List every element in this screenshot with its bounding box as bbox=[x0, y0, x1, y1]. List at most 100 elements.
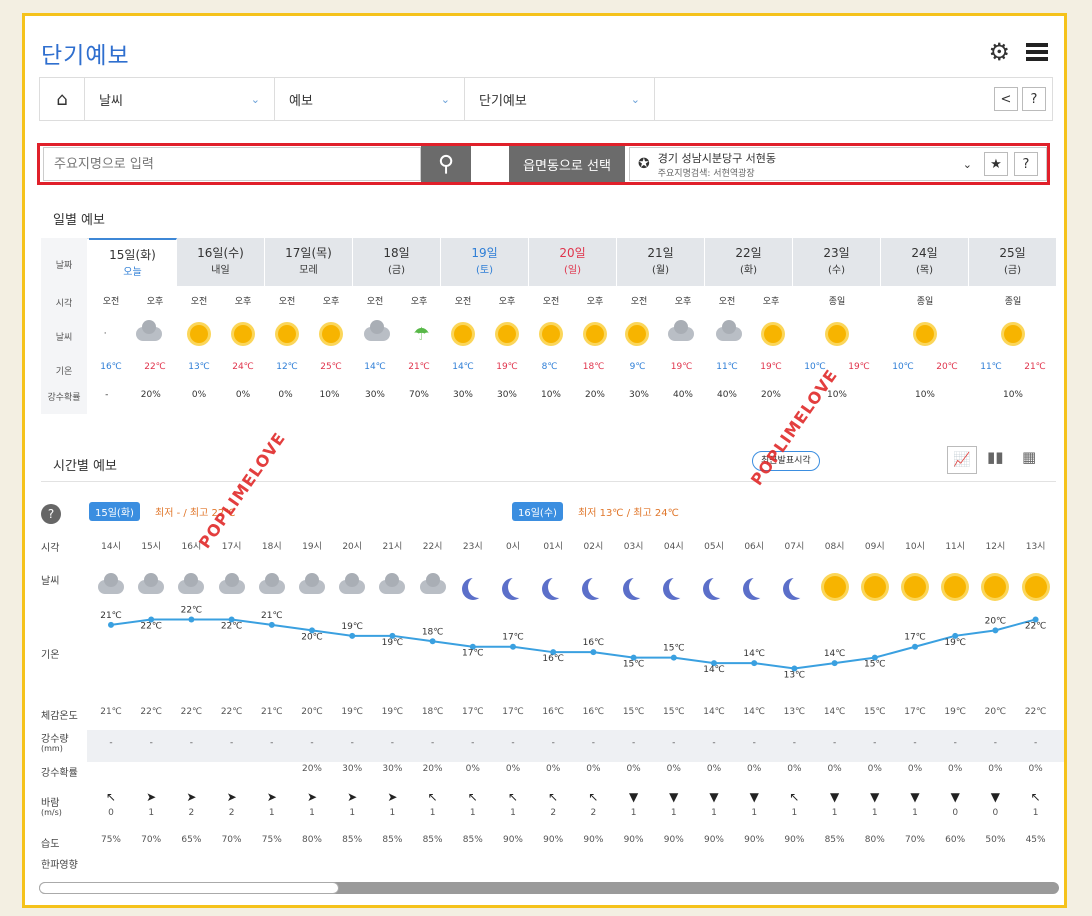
ampm-label: 오전 bbox=[102, 297, 120, 307]
hour-label: 04시 bbox=[663, 542, 684, 552]
day-label: 모레 bbox=[299, 265, 318, 276]
hour-icon-cell bbox=[292, 573, 332, 600]
temp-value: 14℃ bbox=[364, 362, 386, 372]
line-chart-view-icon[interactable]: 📈 bbox=[947, 446, 977, 474]
ampm-row: 오전 오후 bbox=[89, 294, 177, 307]
hour-column: 11시 19℃ - 0% ▼ 0 60% bbox=[935, 494, 975, 854]
cloud-icon bbox=[136, 320, 163, 341]
hour-label: 10시 bbox=[905, 542, 925, 552]
precip-prob: 30% bbox=[342, 764, 363, 774]
pop-value: 10% bbox=[914, 390, 935, 400]
emd-select-button[interactable]: 읍면동으로 선택 bbox=[509, 146, 625, 182]
hour-label: 19시 bbox=[302, 542, 322, 552]
feels-like: 20℃ bbox=[301, 707, 323, 717]
hour-column: 07시 13℃ - 0% ↖ 1 90% bbox=[774, 494, 814, 854]
feels-like: 15℃ bbox=[622, 707, 645, 717]
precip-prob: 20% bbox=[422, 764, 443, 774]
nav-label: 단기예보 bbox=[479, 93, 527, 109]
precip-amount: - bbox=[953, 738, 957, 748]
horizontal-scrollbar[interactable] bbox=[39, 882, 1059, 894]
search-input[interactable] bbox=[43, 147, 421, 181]
hour-icon-cell bbox=[91, 573, 131, 600]
pop-row: 30% 40% bbox=[617, 390, 705, 400]
nav-select-short-term[interactable]: 단기예보 ⌄ bbox=[465, 78, 655, 120]
day-header: 16일(수) 내일 bbox=[177, 238, 265, 286]
cloud-icon bbox=[419, 573, 446, 594]
humidity: 90% bbox=[663, 835, 684, 845]
precip-amount: - bbox=[913, 738, 917, 748]
day-header: 19일 (토) bbox=[441, 238, 529, 286]
wind-speed: 2 bbox=[590, 808, 597, 818]
moon-icon bbox=[588, 576, 610, 598]
favorite-star-button[interactable]: ★ bbox=[984, 152, 1008, 176]
share-button[interactable]: < bbox=[994, 87, 1018, 111]
row-label: 강수확률 bbox=[41, 768, 78, 779]
hour-label: 02시 bbox=[583, 542, 604, 552]
pop-row: 10% bbox=[881, 390, 969, 400]
wind-speed: 1 bbox=[389, 808, 396, 818]
day-date: 25일 bbox=[999, 246, 1026, 260]
wind-direction-icon: ↖ bbox=[507, 790, 519, 804]
day-header: 25일 (금) bbox=[969, 238, 1057, 286]
search-button[interactable]: ⚲ bbox=[421, 146, 471, 182]
temp-row: 12℃ 25℃ bbox=[265, 362, 353, 372]
nav-select-weather[interactable]: 날씨 ⌄ bbox=[85, 78, 275, 120]
bar-chart-view-icon[interactable]: ▮▮ bbox=[987, 448, 1004, 466]
pop-row: 30% 70% bbox=[353, 390, 441, 400]
hour-column: 0시 17℃ - 0% ↖ 1 90% bbox=[493, 494, 533, 854]
feels-like: 16℃ bbox=[542, 707, 564, 717]
humidity: 65% bbox=[181, 835, 202, 845]
cloud-icon bbox=[98, 573, 124, 594]
ampm-label: 오후 bbox=[674, 297, 692, 307]
chevron-down-icon: ⌄ bbox=[250, 92, 260, 106]
home-icon[interactable]: ⌂ bbox=[40, 78, 85, 120]
cloud-icon bbox=[178, 573, 205, 594]
sun-icon bbox=[828, 325, 846, 343]
star-icon: ★ bbox=[990, 156, 1002, 172]
hour-column: 22시 18℃ - 20% ↖ 1 85% bbox=[413, 494, 453, 854]
sun-icon bbox=[1004, 325, 1022, 343]
hour-column: 15시 22℃ - ➤ 1 70% bbox=[131, 494, 171, 854]
location-help-button[interactable]: ? bbox=[1014, 152, 1038, 176]
pop-value: 20% bbox=[760, 390, 781, 400]
hour-column: 10시 17℃ - 0% ▼ 1 70% bbox=[895, 494, 935, 854]
precip-amount: - bbox=[672, 738, 676, 748]
icon-row bbox=[969, 322, 1057, 346]
hour-label: 15시 bbox=[141, 542, 162, 552]
day-date: 19일 bbox=[471, 246, 498, 260]
row-label: 한파영향 bbox=[41, 860, 78, 871]
hour-column: 14시 21℃ - ↖ 0 75% bbox=[91, 494, 131, 854]
day-header: 24일 (목) bbox=[881, 238, 969, 286]
ampm-label: 오후 bbox=[410, 297, 428, 307]
precip-prob: 30% bbox=[382, 764, 403, 774]
wind-direction-icon: ↖ bbox=[427, 790, 438, 804]
precip-amount: - bbox=[712, 738, 716, 748]
wind-speed: 1 bbox=[871, 808, 878, 818]
hour-label: 14시 bbox=[101, 542, 121, 552]
feels-like: 17℃ bbox=[904, 707, 926, 717]
row-label: 바람 bbox=[41, 798, 60, 809]
help-icon[interactable]: ? bbox=[41, 504, 61, 524]
hour-column: 19시 20℃ - 20% ➤ 1 80% bbox=[292, 494, 332, 854]
sun-icon bbox=[454, 325, 472, 343]
help-button[interactable]: ? bbox=[1022, 87, 1046, 111]
hamburger-menu-icon[interactable] bbox=[1026, 43, 1048, 61]
wind-direction-icon: ▼ bbox=[628, 790, 639, 804]
row-label: 기온 bbox=[55, 367, 73, 377]
settings-gear-icon[interactable]: ⚙ bbox=[988, 38, 1010, 66]
moon-icon bbox=[709, 576, 731, 598]
wind-speed: 1 bbox=[711, 808, 717, 818]
pop-row: - 20% bbox=[89, 390, 177, 400]
table-view-icon[interactable]: ▦ bbox=[1022, 448, 1036, 466]
hour-column: 06시 14℃ - 0% ▼ 1 90% bbox=[734, 494, 774, 854]
wind-direction-icon: ↖ bbox=[588, 790, 599, 804]
daily-day-column: 23일 (수) 종일 10℃ 19℃ 10% bbox=[793, 238, 881, 414]
day-header: 17일(목) 모레 bbox=[265, 238, 353, 286]
precip-amount: - bbox=[390, 738, 395, 748]
hour-icon-cell bbox=[252, 573, 292, 600]
hourly-forecast: 시각 날씨 기온 체감온도 강수량 (mm) 강수확률 바람 (m/s) 습도 … bbox=[41, 494, 1064, 871]
scrollbar-thumb[interactable] bbox=[39, 882, 339, 894]
nav-select-forecast[interactable]: 예보 ⌄ bbox=[275, 78, 465, 120]
location-select[interactable]: ✪ 경기 성남시분당구 서현동 주요지명검색: 서현역광장 ⌄ ★ ? bbox=[629, 147, 1047, 181]
row-label: 강수량 bbox=[41, 734, 69, 745]
